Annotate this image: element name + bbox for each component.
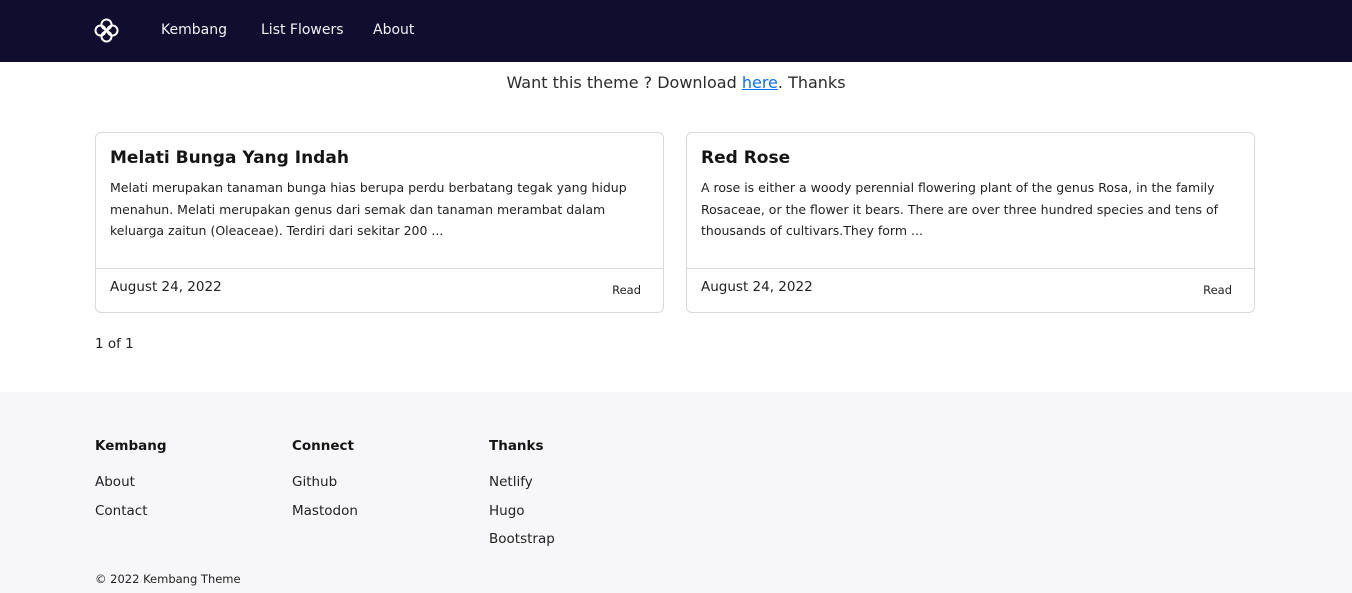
post-card: Melati Bunga Yang Indah Melati merupakan… <box>95 132 664 313</box>
download-link[interactable]: here <box>742 73 778 92</box>
nav-link-list-flowers[interactable]: List Flowers <box>261 21 344 39</box>
footer-link-list: Github Mastodon <box>292 472 472 529</box>
post-summary: Melati merupakan tanaman bunga hias beru… <box>110 180 627 238</box>
post-card-body: Red Rose A rose is either a woody perenn… <box>701 147 1232 242</box>
footer-link-list: Netlify Hugo Bootstrap <box>489 472 669 558</box>
download-banner: Want this theme ? Download here. Thanks <box>0 72 1352 94</box>
read-link[interactable]: Read <box>1203 283 1232 297</box>
footer-column-connect: Connect Github Mastodon <box>292 437 472 529</box>
post-card-footer: August 24, 2022 Read <box>96 268 663 312</box>
post-title[interactable]: Melati Bunga Yang Indah <box>110 147 641 169</box>
pagination-status: 1 of 1 <box>95 336 134 352</box>
post-title[interactable]: Red Rose <box>701 147 1232 169</box>
banner-text-suffix: . Thanks <box>777 73 846 92</box>
read-link[interactable]: Read <box>612 283 641 297</box>
footer-link-hugo[interactable]: Hugo <box>489 503 525 519</box>
nav-link-about[interactable]: About <box>373 21 414 39</box>
footer-heading: Kembang <box>95 438 167 454</box>
footer-link-contact[interactable]: Contact <box>95 503 148 519</box>
navbar: Kembang List Flowers About <box>0 0 1352 62</box>
flower-logo-icon[interactable] <box>93 17 120 44</box>
footer-link-bootstrap[interactable]: Bootstrap <box>489 531 555 547</box>
post-date: August 24, 2022 <box>701 279 813 295</box>
footer-column-kembang: Kembang About Contact <box>95 437 275 529</box>
post-card-body: Melati Bunga Yang Indah Melati merupakan… <box>110 147 641 242</box>
footer-link-netlify[interactable]: Netlify <box>489 474 533 490</box>
banner-text-prefix: Want this theme ? Download <box>506 73 742 92</box>
post-card-footer: August 24, 2022 Read <box>687 268 1254 312</box>
post-summary: A rose is either a woody perennial flowe… <box>701 180 1219 238</box>
nav-link-kembang[interactable]: Kembang <box>161 21 227 39</box>
footer-heading: Thanks <box>489 438 544 454</box>
footer-link-about[interactable]: About <box>95 474 135 490</box>
footer-heading: Connect <box>292 438 355 454</box>
footer-link-github[interactable]: Github <box>292 474 337 490</box>
post-card: Red Rose A rose is either a woody perenn… <box>686 132 1255 313</box>
footer-link-mastodon[interactable]: Mastodon <box>292 503 358 519</box>
copyright: © 2022 Kembang Theme <box>95 572 241 586</box>
footer-link-list: About Contact <box>95 472 275 529</box>
post-date: August 24, 2022 <box>110 279 222 295</box>
footer-column-thanks: Thanks Netlify Hugo Bootstrap <box>489 437 669 558</box>
footer: Kembang About Contact Connect Github Mas… <box>0 392 1352 593</box>
